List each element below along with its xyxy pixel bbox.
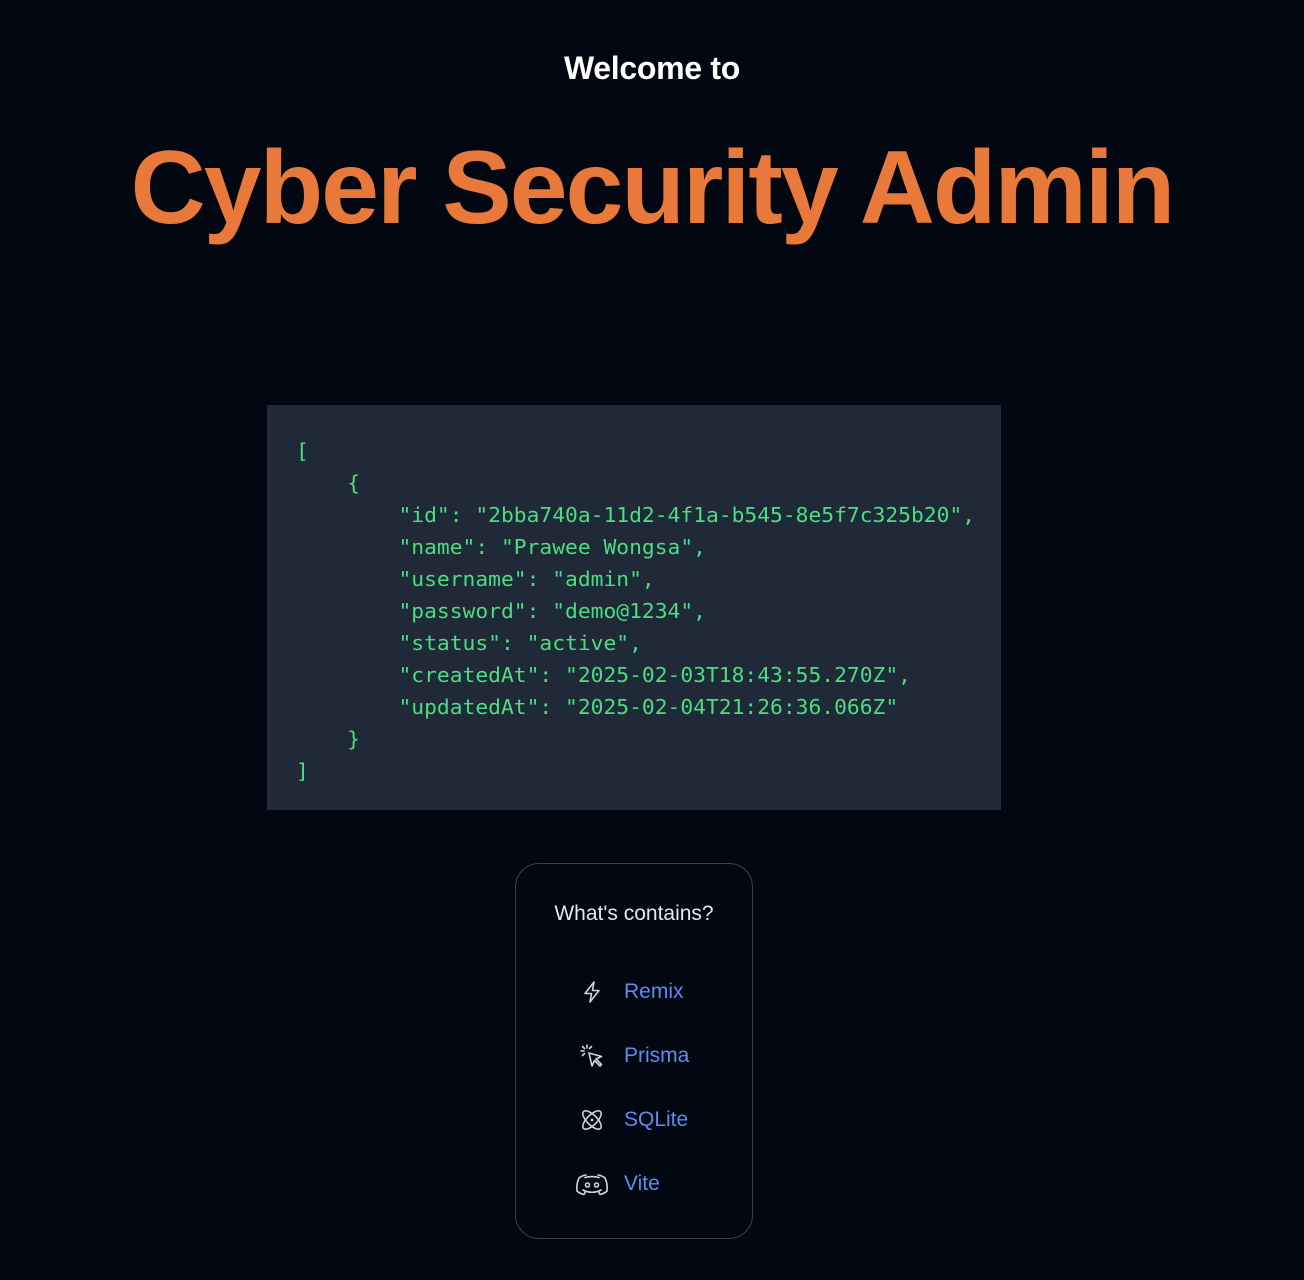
- list-item: Vite: [516, 1152, 752, 1216]
- remix-label: Remix: [624, 980, 684, 1003]
- list-item: SQLite: [516, 1088, 752, 1152]
- prisma-link[interactable]: Prisma: [516, 1024, 752, 1088]
- discord-icon: [575, 1167, 609, 1201]
- cursor-click-icon: [575, 1039, 609, 1073]
- page-title: Cyber Security Admin: [130, 130, 1176, 246]
- list-item: Remix: [516, 960, 752, 1024]
- welcome-heading: Welcome to: [563, 50, 740, 86]
- vite-label: Vite: [624, 1172, 660, 1195]
- tech-list: Remix Prisma SQLite Vite: [516, 960, 752, 1216]
- json-output-panel: [ { "id": "2bba740a-11d2-4f1a-b545-8e5f7…: [267, 405, 1001, 810]
- sqlite-label: SQLite: [624, 1108, 689, 1131]
- list-item: Prisma: [516, 1024, 752, 1088]
- atom-icon: [575, 1103, 609, 1137]
- lightning-icon: [575, 975, 609, 1009]
- sqlite-link[interactable]: SQLite: [516, 1088, 752, 1152]
- prisma-label: Prisma: [624, 1044, 690, 1067]
- vite-link[interactable]: Vite: [516, 1152, 752, 1216]
- remix-link[interactable]: Remix: [516, 960, 752, 1024]
- contains-title: What's contains?: [554, 902, 714, 925]
- contains-card: What's contains? Remix Prisma SQLite Vit…: [515, 863, 753, 1239]
- json-output: [ { "id": "2bba740a-11d2-4f1a-b545-8e5f7…: [296, 439, 976, 783]
